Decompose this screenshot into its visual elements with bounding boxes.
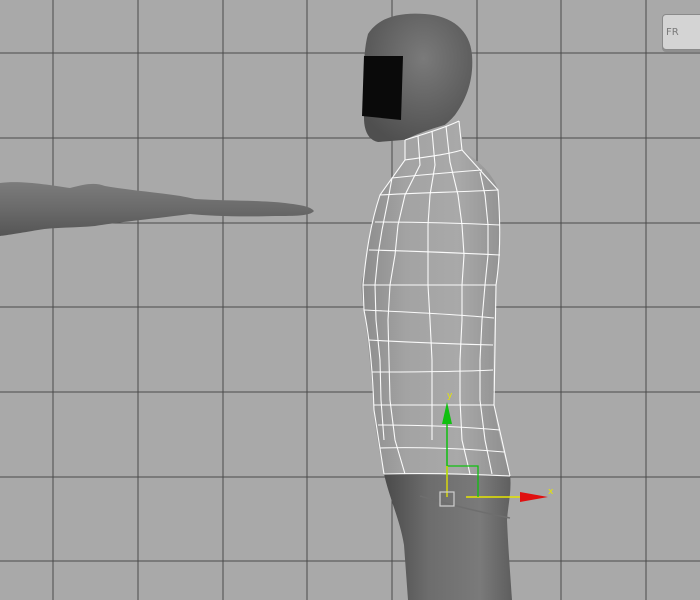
viewport-grid bbox=[0, 0, 700, 600]
viewport-left[interactable]: x y FR bbox=[0, 0, 700, 600]
viewcube[interactable]: FR bbox=[662, 14, 700, 50]
viewcube-face-label: FR bbox=[666, 27, 679, 38]
character-legs bbox=[384, 474, 512, 600]
character-arm bbox=[0, 182, 314, 236]
gizmo-x-arrow bbox=[520, 492, 548, 502]
character-face-mask bbox=[362, 56, 403, 120]
viewport-scene[interactable] bbox=[0, 0, 700, 600]
